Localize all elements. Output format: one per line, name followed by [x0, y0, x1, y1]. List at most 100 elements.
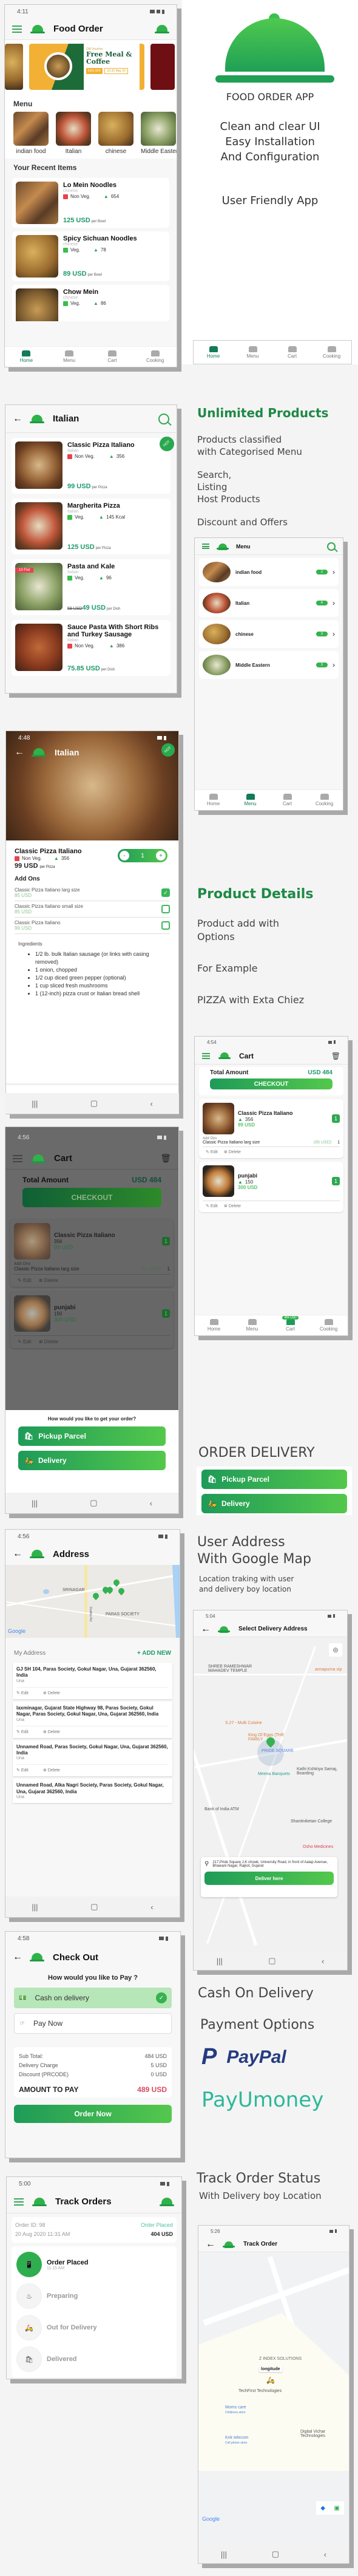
nav-cart[interactable]: Cart — [269, 790, 306, 810]
addon-checkbox[interactable] — [161, 905, 170, 913]
product-item[interactable]: 10 Flat Pasta and Kale Italian Veg. ▲ 96 59 US… — [12, 559, 171, 615]
recent-apps-button[interactable]: ||| — [32, 1499, 38, 1508]
add-new-address-button[interactable]: + ADD NEW — [137, 1650, 171, 1657]
quantity-stepper[interactable]: - 1 + — [118, 849, 167, 862]
nav-cart[interactable]: Cart — [272, 341, 312, 364]
address-map[interactable]: SRINAGAR PARAS SOCIETY Dudhia Rd Google — [5, 1565, 180, 1638]
back-button[interactable]: ‹ — [150, 1903, 153, 1912]
directions-icon[interactable]: ◆ — [320, 2505, 325, 2512]
product-item[interactable]: Classic Pizza Italiano Italian Non Veg. ▲ 35… — [12, 438, 171, 494]
pickup-parcel-button[interactable]: 🛍 Pickup Parcel — [18, 1426, 166, 1446]
home-button[interactable]: ▢ — [90, 1498, 97, 1508]
nav-menu[interactable]: Menu — [232, 790, 269, 810]
addon-option[interactable]: Classic Pizza Italiano small size 85 USD — [15, 901, 170, 918]
recent-apps-button[interactable]: ||| — [32, 1903, 38, 1912]
tracking-map[interactable]: Z INDEX SOLUTIONS longitude 🛵 TechFirst … — [198, 2252, 349, 2546]
edit-button[interactable]: ✎ Edit — [16, 1729, 29, 1734]
edit-button[interactable]: ✎ Edit — [16, 1691, 29, 1695]
category-item[interactable]: Italian — [56, 112, 91, 155]
order-summary[interactable]: Order ID: 98 20 Aug 2020 11:31 AM Order P… — [12, 2217, 177, 2243]
menu-icon[interactable] — [14, 2198, 24, 2206]
address-card[interactable]: Unnamed Road, Paras Society, Gokul Nagar… — [13, 1740, 172, 1777]
addon-checkbox[interactable] — [161, 921, 170, 930]
recent-item[interactable]: Lo Mein Noodles chinese Non Veg. ▲ 654 125 US… — [12, 178, 169, 228]
back-button[interactable]: ‹ — [150, 1499, 152, 1508]
delete-button[interactable]: ⊗ Delete — [43, 1691, 60, 1695]
nav-home[interactable]: Home — [194, 341, 233, 364]
delete-button[interactable]: ⊗ Delete — [43, 1768, 60, 1773]
increment-button[interactable]: + — [156, 851, 166, 860]
search-icon[interactable] — [158, 413, 169, 424]
nav-menu[interactable]: Menu — [48, 347, 91, 367]
nav-cooking[interactable]: Cooking — [312, 341, 351, 364]
addon-option[interactable]: Classic Pizza Italiano 99 USD — [15, 918, 170, 934]
back-arrow-icon[interactable]: ← — [13, 414, 22, 424]
delivery-button[interactable]: 🛵 Delivery — [201, 1494, 347, 1513]
edit-button[interactable]: ✎ Edit — [206, 1150, 218, 1154]
addon-checkbox[interactable]: ✓ — [161, 888, 170, 897]
delete-button[interactable]: ⊗ Delete — [43, 1729, 60, 1734]
home-button[interactable]: ▢ — [90, 1099, 98, 1108]
delivery-button[interactable]: 🛵 Delivery — [18, 1451, 166, 1470]
dimmed-overlay[interactable]: 4:56 Cart 🗑 Total Amount USD 484 CHECKOUT… — [5, 1127, 178, 1410]
home-button[interactable]: ▢ — [90, 1902, 98, 1912]
recent-apps-button[interactable]: ||| — [221, 2550, 227, 2559]
nav-cart[interactable]: 484 USD Cart — [271, 1315, 309, 1335]
menu-icon[interactable] — [202, 543, 209, 549]
cooking-status-icon[interactable] — [155, 24, 169, 33]
addon-option[interactable]: Classic Pizza Italiano larg size 85 USD ✓ — [15, 885, 170, 901]
banner-next[interactable] — [150, 44, 175, 90]
nav-menu[interactable]: Menu — [233, 341, 272, 364]
checkout-button[interactable]: CHECKOUT — [210, 1078, 333, 1089]
map-pin-icon[interactable] — [91, 1591, 101, 1601]
product-item[interactable]: Margherita Pizza Italian Veg. ▲ 145 Kcal 125 … — [12, 499, 171, 554]
nav-cooking[interactable]: Cooking — [306, 790, 343, 810]
decrement-button[interactable]: - — [120, 851, 129, 860]
banner-main[interactable]: Gift Voucher Free Meal & Coffee 50% OFF 1… — [29, 44, 144, 90]
banner-carousel[interactable]: Gift Voucher Free Meal & Coffee 50% OFF 1… — [5, 40, 177, 95]
recent-apps-button[interactable]: ||| — [217, 1957, 223, 1966]
cash-on-delivery-option[interactable]: 💵 Cash on delivery ✓ — [14, 1988, 172, 2008]
recent-apps-button[interactable]: ||| — [32, 1099, 38, 1108]
cooking-status-icon[interactable] — [160, 2197, 174, 2206]
home-button[interactable]: ▢ — [272, 2549, 279, 2559]
address-card[interactable]: laxminagar, Gujarat State Highway 98, Pa… — [13, 1701, 172, 1738]
back-arrow-icon[interactable]: ← — [201, 1624, 211, 1635]
category-item[interactable]: Middle Eastern — [141, 112, 177, 155]
nav-cart[interactable]: Cart — [91, 347, 134, 367]
deliver-here-button[interactable]: Deliver here — [204, 1872, 334, 1885]
pickup-parcel-button[interactable]: 🛍 Pickup Parcel — [201, 1470, 347, 1489]
menu-icon[interactable] — [202, 1052, 210, 1059]
menu-category-row[interactable]: Middle Eastern 3 › — [199, 651, 339, 679]
home-button[interactable]: ▢ — [268, 1956, 275, 1966]
recent-item[interactable]: Spicy Sichuan Noodles chinese Veg. ▲ 78 89 US… — [12, 231, 169, 281]
nav-menu[interactable]: Menu — [233, 1315, 271, 1335]
nav-home[interactable]: Home — [195, 1315, 233, 1335]
edit-button[interactable]: ✎ Edit — [206, 1204, 218, 1208]
back-button[interactable]: ‹ — [322, 1957, 324, 1966]
delivery-scooter-icon[interactable]: 🛵 — [266, 2376, 275, 2384]
banner-prev[interactable] — [5, 44, 23, 90]
address-card[interactable]: Unnamed Road, Alka Nagri Society, Paras … — [13, 1779, 172, 1804]
search-icon[interactable] — [327, 542, 336, 551]
category-item[interactable]: chinese — [98, 112, 133, 155]
menu-category-row[interactable]: indian food 2 › — [199, 558, 339, 586]
delivery-map[interactable]: ◎ SHREE RAMESHWAR MAHADEV TEMPLE annapur… — [194, 1637, 347, 1953]
back-button[interactable]: ‹ — [150, 1099, 152, 1108]
back-arrow-icon[interactable]: ← — [13, 1952, 22, 1963]
map-pin-icon[interactable] — [117, 1586, 126, 1596]
pay-now-option[interactable]: ☞ Pay Now — [14, 2013, 172, 2034]
menu-icon[interactable] — [12, 25, 22, 33]
my-location-button[interactable]: ◎ — [329, 1643, 342, 1657]
menu-category-row[interactable]: chinese 3 › — [199, 620, 339, 648]
nav-home[interactable]: Home — [195, 790, 232, 810]
back-arrow-icon[interactable]: ← — [15, 747, 24, 758]
address-card[interactable]: GJ SH 104, Paras Society, Gokul Nagar, U… — [13, 1663, 172, 1699]
nav-cooking[interactable]: Cooking — [309, 1315, 348, 1335]
menu-category-row[interactable]: Italian 4 › — [199, 589, 339, 617]
edit-button[interactable]: ✎ Edit — [16, 1768, 29, 1773]
nav-cooking[interactable]: Cooking — [133, 347, 177, 367]
product-item[interactable]: Sauce Pasta With Short Ribs and Turkey S… — [12, 620, 171, 676]
delete-button[interactable]: ⊗ Delete — [224, 1150, 241, 1154]
category-item[interactable]: indian food — [13, 112, 49, 155]
